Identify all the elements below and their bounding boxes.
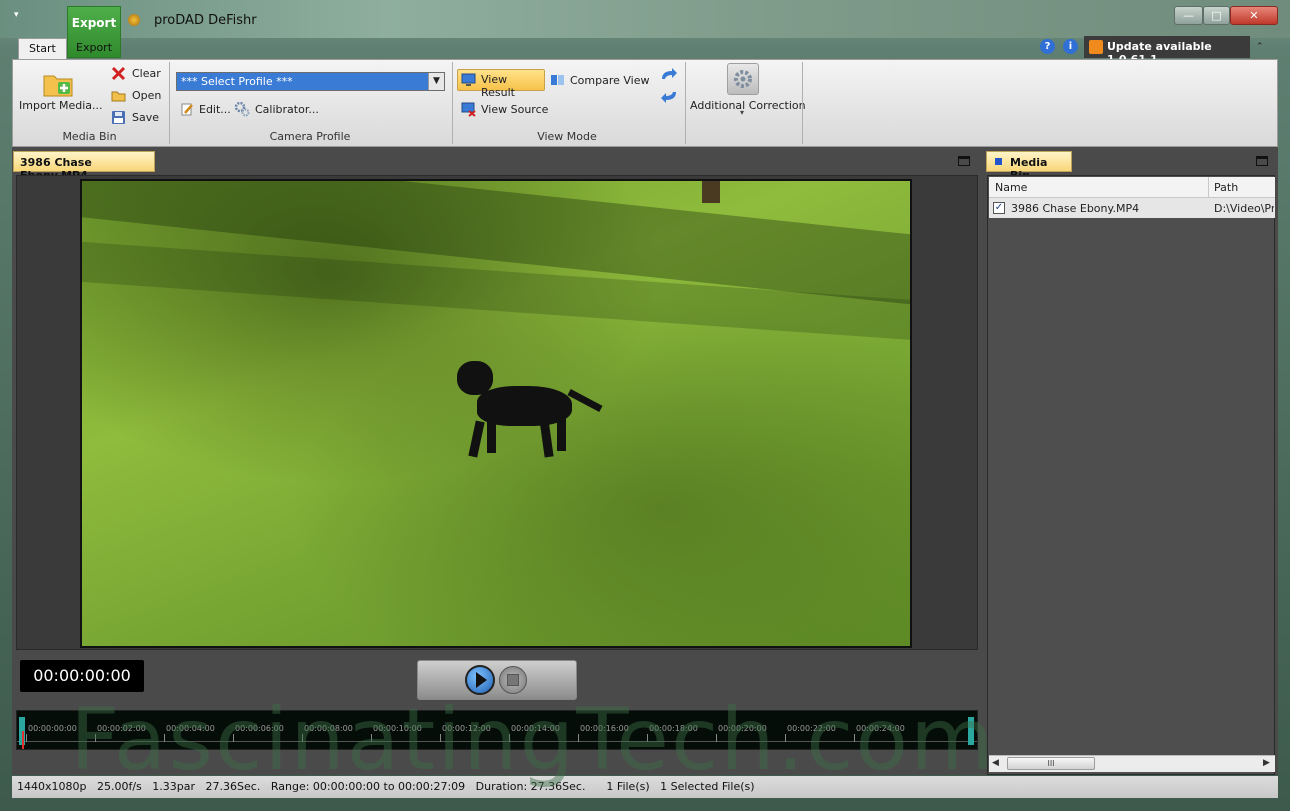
app-logo-icon (128, 14, 140, 26)
monitor-icon (461, 73, 476, 87)
rotate-forward-icon[interactable] (660, 67, 678, 83)
chevron-down-icon[interactable]: ▼ (428, 73, 444, 90)
dog-tail (567, 388, 603, 413)
calibrator-button[interactable]: Calibrator... (255, 103, 319, 116)
media-bin-group-label: Media Bin (62, 130, 117, 143)
watermark: FascinatingTech.com (70, 690, 996, 790)
timecode-display: 00:00:00:00 (20, 660, 144, 692)
maximize-panel-icon[interactable] (958, 156, 970, 166)
column-divider[interactable] (1208, 177, 1209, 198)
play-icon (476, 672, 487, 688)
file-name: 3986 Chase Ebony.MP4 (1011, 202, 1140, 215)
edit-profile-button[interactable]: Edit... (199, 103, 231, 116)
open-button[interactable]: Open (132, 89, 161, 102)
save-disk-icon (111, 110, 126, 125)
close-button[interactable]: ✕ (1230, 6, 1278, 25)
calibrator-gear-icon (234, 101, 250, 117)
file-checkbox[interactable]: ✓ (993, 202, 1005, 214)
video-preview (80, 179, 912, 648)
timeline-tick-mark (26, 734, 27, 742)
dog-head (457, 361, 493, 395)
chevron-down-icon[interactable]: ▾ (740, 108, 744, 117)
clear-button[interactable]: Clear (132, 67, 161, 80)
scroll-right-icon[interactable]: ▶ (1263, 758, 1270, 768)
rss-icon (1089, 40, 1103, 54)
stop-icon (507, 674, 519, 686)
media-bin-panel (987, 175, 1275, 775)
info-icon[interactable]: i (1063, 39, 1078, 54)
file-path: D:\Video\Pr (1214, 202, 1274, 215)
maximize-panel-icon[interactable] (1256, 156, 1268, 166)
maximize-button[interactable]: □ (1203, 6, 1230, 25)
save-button[interactable]: Save (132, 111, 159, 124)
import-media-button[interactable]: Import Media... (19, 99, 103, 112)
compare-view-icon (550, 73, 565, 87)
clear-icon (111, 66, 126, 81)
ribbon-separator (685, 62, 686, 144)
rotate-back-icon[interactable] (660, 88, 678, 104)
preview-tab[interactable]: 3986 Chase Ebony.MP4 (13, 151, 155, 182)
media-bin-tab-icon (995, 158, 1002, 165)
edit-pencil-icon (180, 102, 194, 116)
view-source-button[interactable]: View Source (481, 103, 548, 116)
additional-correction-button[interactable]: Additional Correction (690, 99, 806, 112)
help-icon[interactable]: ? (1040, 39, 1055, 54)
dog-body (477, 386, 572, 426)
column-header-path[interactable]: Path (1214, 181, 1238, 194)
quick-access-menu-icon[interactable]: ▾ (14, 10, 28, 24)
minimize-button[interactable]: — (1174, 6, 1203, 25)
tab-start[interactable]: Start (18, 38, 67, 61)
ribbon-separator (802, 62, 803, 144)
view-mode-group-label: View Mode (537, 130, 597, 143)
tab-export[interactable]: Export (66, 38, 122, 60)
window-title: proDAD DeFishr (154, 13, 257, 28)
import-media-icon[interactable] (42, 68, 74, 98)
camera-profile-group-label: Camera Profile (269, 130, 351, 143)
tree-trunk (702, 181, 720, 203)
view-source-icon (461, 102, 476, 117)
dog-leg (468, 420, 485, 458)
compare-view-button[interactable]: Compare View (570, 74, 650, 87)
update-available-button[interactable]: Update available 1.0.61.1 (1084, 36, 1250, 66)
column-header-name[interactable]: Name (995, 181, 1027, 194)
dog-leg (487, 421, 496, 453)
camera-profile-select[interactable]: *** Select Profile *** (176, 72, 445, 91)
additional-correction-gear-icon[interactable] (727, 63, 759, 95)
collapse-ribbon-icon[interactable]: ⌃ (1256, 42, 1268, 54)
open-folder-icon (111, 88, 126, 103)
